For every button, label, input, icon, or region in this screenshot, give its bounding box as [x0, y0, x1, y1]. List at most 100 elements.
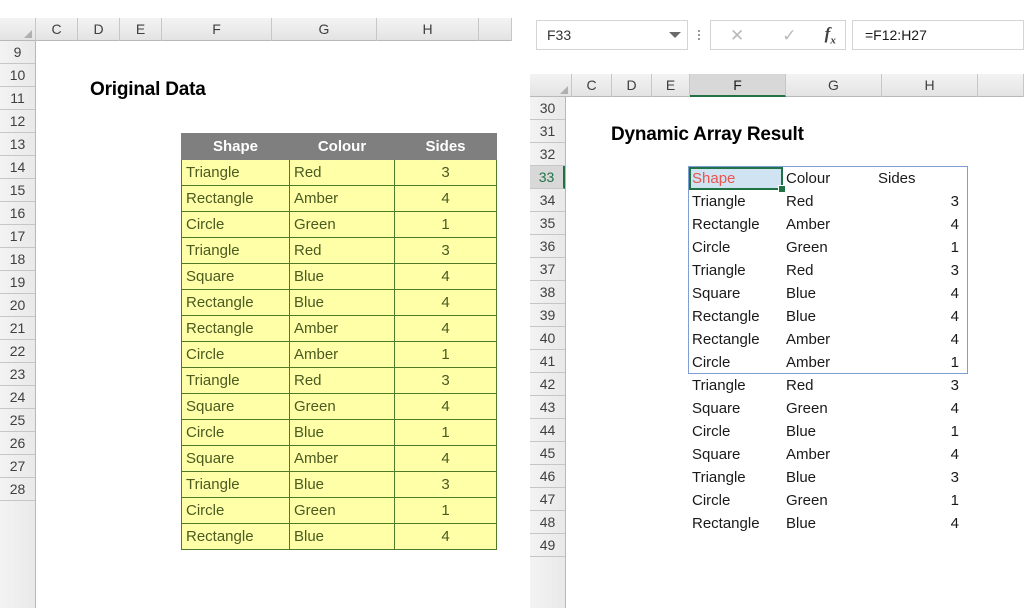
spill-cell-shape[interactable]: Square [689, 443, 783, 466]
cell-colour[interactable]: Green [289, 393, 395, 420]
cell-sides[interactable]: 4 [394, 445, 497, 472]
spill-cell-shape[interactable]: Shape [689, 167, 783, 190]
row-header-21[interactable]: 21 [0, 317, 35, 340]
row-header-33[interactable]: 33 [530, 166, 565, 189]
row-header-17[interactable]: 17 [0, 225, 35, 248]
cell-sides[interactable]: 4 [394, 289, 497, 316]
cell-colour[interactable]: Amber [289, 185, 395, 212]
cell-shape[interactable]: Rectangle [181, 523, 290, 550]
spill-row[interactable]: Rectangle Amber 4 [689, 213, 967, 236]
spill-cell-sides[interactable]: Sides [875, 167, 967, 190]
spill-cell-shape[interactable]: Square [689, 282, 783, 305]
column-header-g-right[interactable]: G [786, 73, 882, 97]
spill-row[interactable]: Triangle Red 3 [689, 190, 967, 213]
row-header-14[interactable]: 14 [0, 156, 35, 179]
spill-row[interactable]: Triangle Red 3 [689, 259, 967, 282]
spill-row[interactable]: Rectangle Amber 4 [689, 328, 967, 351]
row-header-18[interactable]: 18 [0, 248, 35, 271]
select-all-corner-right[interactable] [530, 73, 572, 97]
column-header-c[interactable]: C [36, 17, 78, 41]
column-header-g[interactable]: G [272, 17, 377, 41]
row-header-46[interactable]: 46 [530, 465, 565, 488]
select-all-corner[interactable] [0, 17, 36, 41]
cell-sides[interactable]: 1 [394, 211, 497, 238]
spill-cell-colour[interactable]: Amber [783, 213, 875, 236]
spill-cell-sides[interactable]: 1 [875, 489, 967, 512]
row-header-15[interactable]: 15 [0, 179, 35, 202]
spill-cell-sides[interactable]: 3 [875, 374, 967, 397]
spill-cell-colour[interactable]: Green [783, 489, 875, 512]
row-header-12[interactable]: 12 [0, 110, 35, 133]
spill-cell-colour[interactable]: Colour [783, 167, 875, 190]
row-header-32[interactable]: 32 [530, 143, 565, 166]
cell-sides[interactable]: 4 [394, 523, 497, 550]
row-header-26[interactable]: 26 [0, 432, 35, 455]
spill-cell-colour[interactable]: Green [783, 236, 875, 259]
spill-cell-sides[interactable]: 4 [875, 282, 967, 305]
spill-row[interactable]: Square Blue 4 [689, 282, 967, 305]
spill-row[interactable]: Circle Green 1 [689, 236, 967, 259]
row-header-23[interactable]: 23 [0, 363, 35, 386]
spill-row[interactable]: Rectangle Blue 4 [689, 512, 967, 535]
row-header-39[interactable]: 39 [530, 304, 565, 327]
spill-cell-shape[interactable]: Circle [689, 420, 783, 443]
row-header-37[interactable]: 37 [530, 258, 565, 281]
cell-shape[interactable]: Rectangle [181, 315, 290, 342]
spill-cell-sides[interactable]: 4 [875, 397, 967, 420]
column-header-h-right[interactable]: H [882, 73, 978, 97]
row-header-27[interactable]: 27 [0, 455, 35, 478]
table-row[interactable]: Triangle Red 3 [181, 237, 497, 264]
column-header-d-right[interactable]: D [612, 73, 652, 97]
cell-colour[interactable]: Blue [289, 263, 395, 290]
table-row[interactable]: Rectangle Amber 4 [181, 185, 497, 212]
table-row[interactable]: Triangle Red 3 [181, 367, 497, 394]
spill-cell-colour[interactable]: Blue [783, 420, 875, 443]
table-row[interactable]: Circle Amber 1 [181, 341, 497, 368]
cell-sides[interactable]: 4 [394, 393, 497, 420]
cell-sides[interactable]: 1 [394, 419, 497, 446]
table-row[interactable]: Rectangle Blue 4 [181, 523, 497, 550]
table-row[interactable]: Rectangle Amber 4 [181, 315, 497, 342]
spill-cell-shape[interactable]: Triangle [689, 259, 783, 282]
name-box[interactable]: F33 [536, 20, 688, 50]
row-header-34[interactable]: 34 [530, 189, 565, 212]
spill-cell-shape[interactable]: Triangle [689, 466, 783, 489]
spill-header-row[interactable]: Shape Colour Sides [689, 167, 967, 190]
cell-shape[interactable]: Triangle [181, 471, 290, 498]
row-header-45[interactable]: 45 [530, 442, 565, 465]
cell-shape[interactable]: Square [181, 393, 290, 420]
cell-sides[interactable]: 4 [394, 263, 497, 290]
cell-colour[interactable]: Amber [289, 445, 395, 472]
column-header-i[interactable] [479, 17, 512, 41]
spill-cell-shape[interactable]: Rectangle [689, 328, 783, 351]
row-header-11[interactable]: 11 [0, 87, 35, 110]
column-header-d[interactable]: D [78, 17, 120, 41]
spill-cell-colour[interactable]: Green [783, 397, 875, 420]
column-header-e[interactable]: E [120, 17, 162, 41]
spill-cell-sides[interactable]: 3 [875, 466, 967, 489]
spill-cell-sides[interactable]: 4 [875, 213, 967, 236]
cell-colour[interactable]: Red [289, 237, 395, 264]
cell-colour[interactable]: Amber [289, 341, 395, 368]
table-row[interactable]: Square Green 4 [181, 393, 497, 420]
table-row[interactable]: Triangle Blue 3 [181, 471, 497, 498]
spill-cell-colour[interactable]: Blue [783, 512, 875, 535]
cell-colour[interactable]: Blue [289, 289, 395, 316]
cell-shape[interactable]: Square [181, 445, 290, 472]
spill-row[interactable]: Rectangle Blue 4 [689, 305, 967, 328]
spill-cell-colour[interactable]: Amber [783, 443, 875, 466]
spill-cell-sides[interactable]: 3 [875, 190, 967, 213]
row-header-49[interactable]: 49 [530, 534, 565, 557]
spill-cell-colour[interactable]: Red [783, 190, 875, 213]
spill-cell-shape[interactable]: Rectangle [689, 512, 783, 535]
confirm-icon[interactable]: ✓ [772, 27, 806, 44]
formula-input[interactable]: =F12:H27 [852, 20, 1024, 50]
row-header-9[interactable]: 9 [0, 41, 35, 64]
spill-cell-colour[interactable]: Blue [783, 305, 875, 328]
cell-sides[interactable]: 1 [394, 341, 497, 368]
row-header-40[interactable]: 40 [530, 327, 565, 350]
cell-sides[interactable]: 4 [394, 315, 497, 342]
cell-sides[interactable]: 3 [394, 237, 497, 264]
row-header-13[interactable]: 13 [0, 133, 35, 156]
spill-cell-colour[interactable]: Red [783, 374, 875, 397]
